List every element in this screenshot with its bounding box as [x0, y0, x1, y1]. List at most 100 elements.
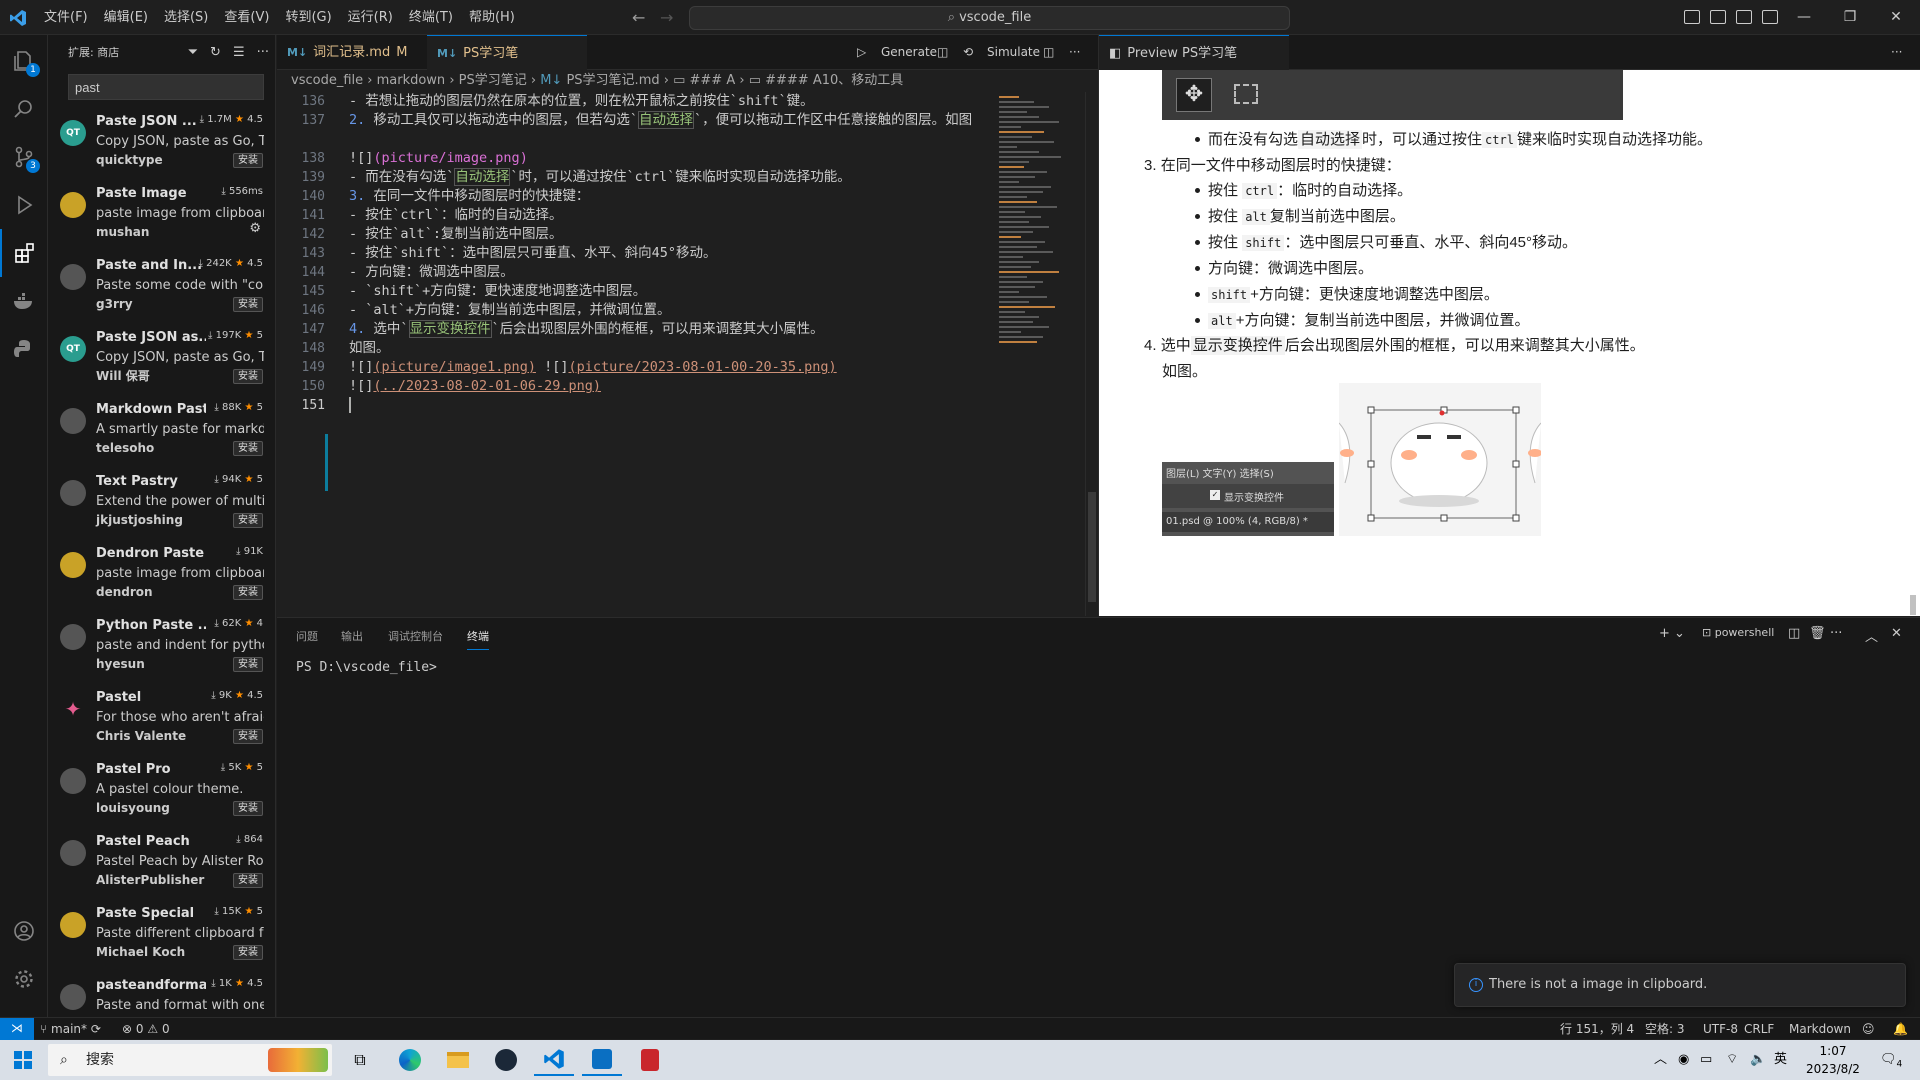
customize-layout-icon[interactable]	[1762, 10, 1778, 24]
extension-item[interactable]: Paste Special ⤓ 15K ★ 5 Paste different cl…	[48, 898, 275, 970]
explorer-activity[interactable]: 1	[0, 37, 48, 85]
terminal-prompt[interactable]: PS D:\vscode_file>	[296, 660, 437, 675]
python-activity[interactable]	[0, 325, 48, 373]
taskbar-search-box[interactable]: ⌕ 搜索	[48, 1044, 332, 1076]
breadcrumb-item[interactable]: ### A	[690, 73, 736, 88]
extensions-activity[interactable]	[0, 229, 48, 277]
run-debug-activity[interactable]	[0, 181, 48, 229]
minimap[interactable]	[995, 92, 1085, 616]
install-button[interactable]: 安装	[233, 441, 263, 456]
tab-terminal[interactable]: 终端	[467, 628, 489, 650]
toggle-secondary-sidebar-icon[interactable]	[1736, 10, 1752, 24]
breadcrumb-item[interactable]: PS学习笔记.md	[566, 73, 659, 88]
more-actions-icon[interactable]: ···	[257, 35, 269, 70]
simulate-button[interactable]: Simulate	[987, 35, 1040, 70]
extension-item[interactable]: Dendron Paste Im... ⤓ 91K paste image from…	[48, 538, 275, 610]
back-arrow-icon[interactable]: ←	[632, 8, 645, 27]
extension-search-input[interactable]	[68, 74, 264, 100]
extension-item[interactable]: ✦ Pastel ⤓ 9K ★ 4.5 For those who aren't af…	[48, 682, 275, 754]
install-button[interactable]: 安装	[233, 585, 263, 600]
markdown-preview[interactable]: ✥ 而在没有勾选 自动选择 时，可以通过按住 ctrl 键来临时实现自动选择功能。 3.…	[1098, 70, 1920, 616]
command-center[interactable]: ⌕ vscode_file	[689, 6, 1290, 30]
extension-item[interactable]: Paste and In... ⤓ 242K ★ 4.5 Paste some co…	[48, 250, 275, 322]
menu-terminal[interactable]: 终端(T)	[401, 0, 461, 35]
wifi-icon[interactable]: ⌔	[1726, 1040, 1738, 1080]
indentation[interactable]: 空格: 3	[1645, 1018, 1685, 1040]
ime-indicator[interactable]: 英	[1774, 1040, 1787, 1080]
extension-item[interactable]: Paste Image ⤓ 556ms paste image from clipb…	[48, 178, 275, 250]
notification-center-icon[interactable]: 🗨4	[1880, 1040, 1902, 1080]
snipping-tool-icon[interactable]	[582, 1044, 622, 1076]
forward-arrow-icon[interactable]: →	[660, 8, 673, 27]
simulate-icon[interactable]: ⟲	[963, 35, 973, 70]
manage-activity[interactable]	[0, 955, 48, 1003]
scrollbar-thumb[interactable]	[1910, 595, 1916, 615]
open-preview-icon[interactable]: ◫	[937, 35, 948, 70]
accounts-activity[interactable]	[0, 907, 48, 955]
encoding[interactable]: UTF-8	[1703, 1018, 1738, 1040]
language-mode[interactable]: Markdown	[1789, 1018, 1851, 1040]
breadcrumb-item[interactable]: markdown	[377, 73, 446, 88]
extension-item[interactable]: Pastel Peach ⤓ 864 Pastel Peach by Alister…	[48, 826, 275, 898]
install-button[interactable]: 安装	[233, 873, 263, 888]
install-button[interactable]: 安装	[233, 297, 263, 312]
close-panel-icon[interactable]: ✕	[1891, 626, 1902, 641]
generate-button[interactable]: Generate	[881, 35, 937, 70]
extension-item[interactable]: pasteandformat ⤓ 1K ★ 4.5 Paste and format…	[48, 970, 275, 1017]
filter-icon[interactable]: ⏷	[188, 35, 198, 70]
menu-run[interactable]: 运行(R)	[340, 0, 401, 35]
install-button[interactable]: 安装	[233, 801, 263, 816]
extension-item[interactable]: Python Paste ... ⤓ 62K ★ 4 paste and inden…	[48, 610, 275, 682]
terminal-profile[interactable]: ⊡ powershell	[1702, 626, 1774, 639]
extension-item[interactable]: QT Paste JSON ... ⤓ 1.7M ★ 4.5 Copy JSON, p…	[48, 106, 275, 178]
close-window-button[interactable]: ✕	[1873, 0, 1919, 35]
more-actions-icon[interactable]: ···	[1069, 35, 1080, 70]
clear-results-icon[interactable]: ☰	[233, 35, 245, 70]
scrollbar-thumb[interactable]	[1088, 492, 1096, 602]
install-button[interactable]: 安装	[233, 153, 263, 168]
docker-activity[interactable]	[0, 277, 48, 325]
file-explorer-icon[interactable]	[438, 1044, 478, 1076]
extension-item[interactable]: Pastel Pro ⤓ 5K ★ 5 A pastel colour theme.…	[48, 754, 275, 826]
remote-indicator-icon[interactable]: ⋊	[0, 1018, 34, 1040]
toggle-primary-sidebar-icon[interactable]	[1684, 10, 1700, 24]
red-app-icon[interactable]	[630, 1044, 670, 1076]
install-button[interactable]: 安装	[233, 945, 263, 960]
volume-icon[interactable]: 🔈	[1750, 1040, 1766, 1080]
menu-selection[interactable]: 选择(S)	[156, 0, 216, 35]
tab-vocabulary[interactable]: M↓ 词汇记录.md M	[277, 35, 427, 70]
extension-item[interactable]: Markdown Paste ⤓ 88K ★ 5 A smartly paste f…	[48, 394, 275, 466]
code-editor[interactable]: 136 137 138 139 140 141 142 143 144 145 …	[277, 92, 1097, 616]
problems-status[interactable]: ⊗ 0 ⚠ 0	[122, 1018, 170, 1040]
run-icon[interactable]: ▷	[857, 35, 866, 70]
tab-output[interactable]: 输出	[341, 628, 363, 650]
install-button[interactable]: 安装	[233, 657, 263, 672]
battery-icon[interactable]: ▭	[1700, 1040, 1712, 1080]
split-terminal-icon[interactable]: ◫	[1788, 626, 1800, 641]
more-actions-icon[interactable]: ···	[1830, 626, 1842, 641]
tab-preview[interactable]: ◧Preview PS学习笔记.md✕	[1099, 35, 1289, 96]
branch-status[interactable]: ⑂ main* ⟳	[40, 1018, 101, 1040]
steam-icon[interactable]	[486, 1044, 526, 1076]
feedback-icon[interactable]: ☺	[1862, 1018, 1875, 1040]
trash-icon[interactable]: 🗑	[1809, 626, 1826, 641]
edge-browser-icon[interactable]	[390, 1044, 430, 1076]
tab-problems[interactable]: 问题	[296, 628, 318, 650]
vscode-taskbar-icon[interactable]	[534, 1044, 574, 1076]
restore-button[interactable]: ❐	[1827, 0, 1873, 35]
breadcrumb-item[interactable]: #### A10、移动工具	[765, 73, 903, 88]
editor-scrollbar[interactable]	[1085, 92, 1097, 616]
menu-help[interactable]: 帮助(H)	[461, 0, 523, 35]
notifications-bell-icon[interactable]: 🔔	[1893, 1018, 1908, 1040]
notification-toast[interactable]: i There is not a image in clipboard.	[1454, 963, 1906, 1007]
toggle-panel-icon[interactable]	[1710, 10, 1726, 24]
gear-icon[interactable]: ⚙	[249, 221, 261, 236]
end-of-line[interactable]: CRLF	[1744, 1018, 1774, 1040]
breadcrumb-item[interactable]: vscode_file	[291, 73, 363, 88]
tab-debug-console[interactable]: 调试控制台	[388, 628, 443, 650]
refresh-icon[interactable]: ↻	[210, 35, 221, 70]
clock[interactable]: 1:07 2023/8/2	[1795, 1042, 1871, 1078]
windows-start-icon[interactable]	[14, 1051, 32, 1069]
new-terminal-icon[interactable]: + ⌄	[1659, 626, 1685, 641]
install-button[interactable]: 安装	[233, 729, 263, 744]
